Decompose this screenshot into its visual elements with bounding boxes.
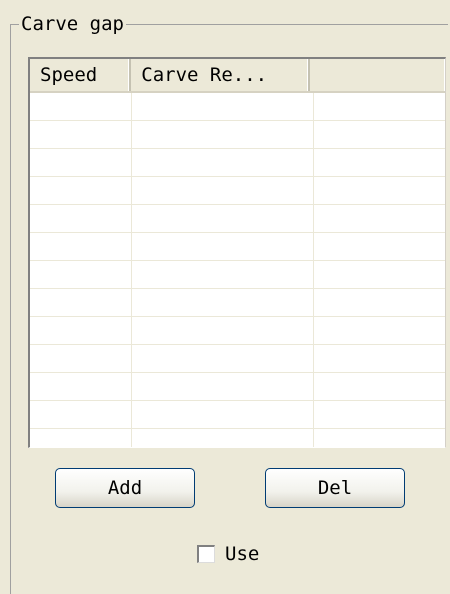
use-checkbox-label: Use — [225, 543, 260, 565]
grid-row-line — [30, 316, 445, 317]
groupbox-title: Carve gap — [19, 11, 126, 37]
grid-row-line — [30, 344, 445, 345]
grid-row-line — [30, 428, 445, 429]
grid-row-line — [30, 232, 445, 233]
grid-row-line — [30, 120, 445, 121]
grid-column-line — [313, 93, 314, 447]
grid-column-line — [131, 93, 132, 447]
grid-row-line — [30, 176, 445, 177]
del-button[interactable]: Del — [265, 468, 405, 508]
add-button[interactable]: Add — [55, 468, 195, 508]
column-header-speed[interactable]: Speed — [30, 59, 132, 91]
use-checkbox[interactable] — [197, 545, 215, 563]
grid-row-line — [30, 204, 445, 205]
use-checkbox-control[interactable]: Use — [197, 542, 259, 566]
grid-row-line — [30, 400, 445, 401]
grid-row-line — [30, 372, 445, 373]
carve-gap-table[interactable]: Speed Carve Re... — [28, 57, 446, 448]
table-header: Speed Carve Re... — [30, 59, 445, 93]
grid-row-line — [30, 288, 445, 289]
grid-row-line — [30, 260, 445, 261]
column-header-carve-re[interactable]: Carve Re... — [131, 59, 310, 91]
grid-row-line — [30, 148, 445, 149]
table-body[interactable] — [30, 93, 445, 447]
column-header-empty[interactable] — [310, 59, 445, 91]
